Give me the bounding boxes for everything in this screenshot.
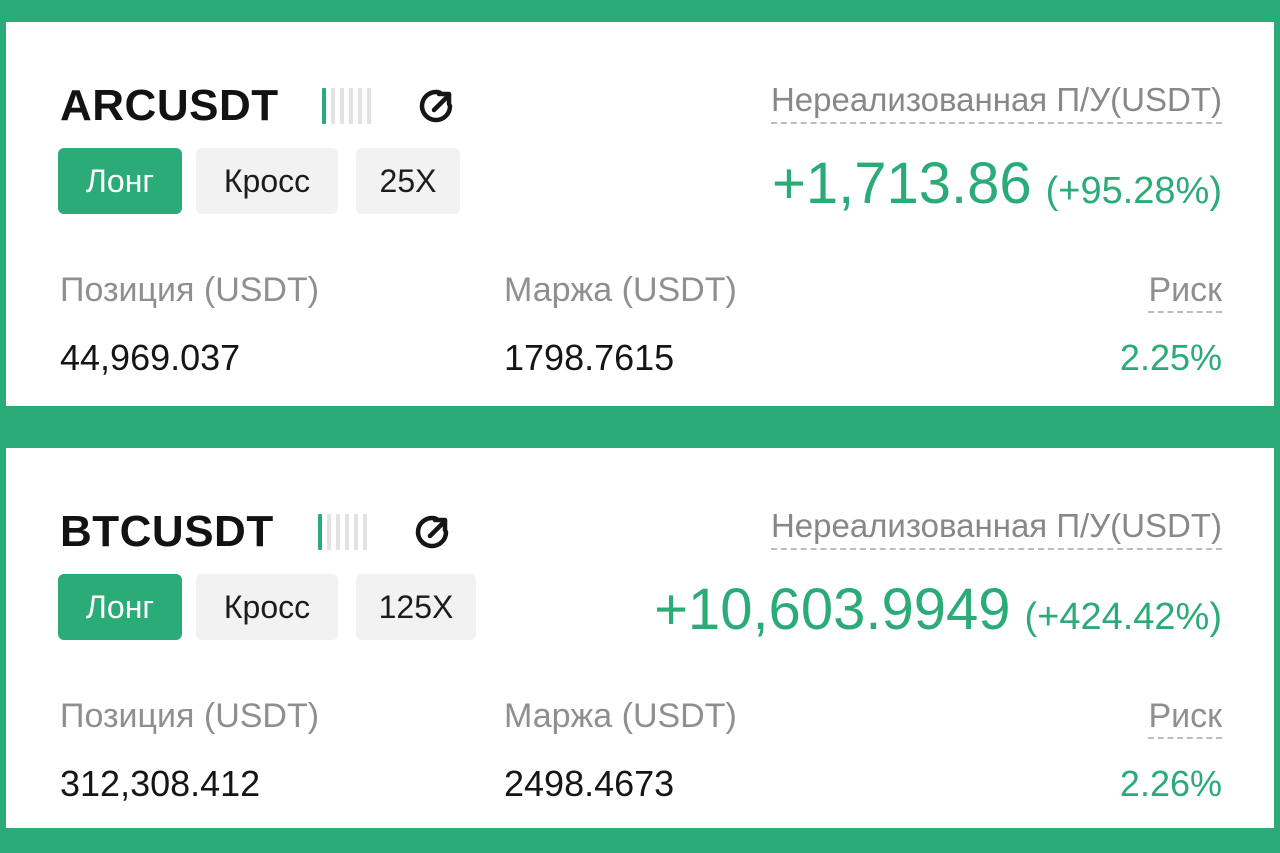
risk-meter-bar [349,88,353,124]
position-size-value: 312,308.412 [60,763,261,804]
share-icon[interactable] [410,508,458,556]
risk-meter-bar [363,514,367,550]
risk-meter-bar [318,514,322,550]
margin-value: 1798.7615 [504,337,675,378]
position-size-label: Позиция (USDT) [60,697,320,735]
risk-meter-bar [345,514,349,550]
leverage-tag[interactable]: 25X [356,148,460,214]
risk-meter-icon [318,514,367,550]
side-tag: Лонг [58,148,182,214]
risk-meter-icon [322,88,371,124]
unrealized-pnl: +10,603.9949 (+424.42%) [654,578,1222,657]
risk-meter-bar [358,88,362,124]
unrealized-pnl-label[interactable]: Нереализованная П/У(USDT) [770,80,1222,124]
risk-meter-bar [331,88,335,124]
risk-label[interactable]: Риск [1148,270,1222,313]
risk-value: 2.25% [1119,337,1222,378]
risk-value: 2.26% [1119,763,1222,804]
unrealized-pnl-label[interactable]: Нереализованная П/У(USDT) [770,506,1222,550]
margin-mode-tag[interactable]: Кросс [196,574,338,640]
risk-meter-bar [367,88,371,124]
unrealized-pnl: +1,713.86 (+95.28%) [772,152,1222,231]
margin-value: 2498.4673 [504,763,675,804]
margin-label: Маржа (USDT) [504,697,737,735]
unrealized-pnl-percent: (+95.28%) [1045,170,1222,212]
margin-label: Маржа (USDT) [504,271,737,309]
share-icon[interactable] [414,82,462,130]
risk-meter-bar [336,514,340,550]
position-size-value: 44,969.037 [60,337,241,378]
margin-mode-tag[interactable]: Кросс [196,148,338,214]
side-tag: Лонг [58,574,182,640]
risk-meter-bar [327,514,331,550]
risk-meter-bar [322,88,326,124]
unrealized-pnl-value: +1,713.86 [771,151,1032,216]
position-card[interactable]: BTCUSDT Лонг Кросс 125X Нереализованная … [6,448,1274,828]
leverage-tag[interactable]: 125X [356,574,476,640]
risk-meter-bar [354,514,358,550]
risk-meter-bar [340,88,344,124]
unrealized-pnl-value: +10,603.9949 [654,577,1011,642]
unrealized-pnl-percent: (+424.42%) [1024,596,1222,638]
position-card[interactable]: ARCUSDT Лонг Кросс 25X Нереализованная П… [6,22,1274,406]
symbol-name: ARCUSDT [60,81,279,130]
position-size-label: Позиция (USDT) [60,271,320,309]
symbol-name: BTCUSDT [60,507,274,556]
risk-label[interactable]: Риск [1148,696,1222,739]
